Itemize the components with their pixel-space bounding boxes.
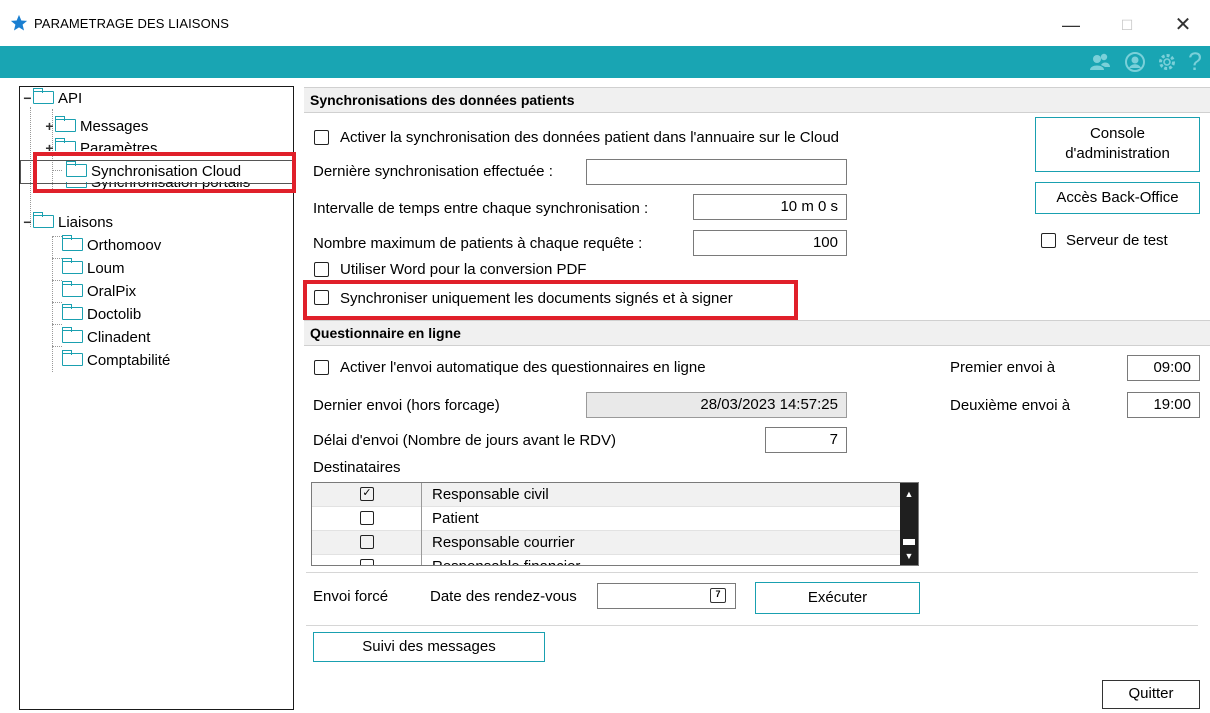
console-administration-button[interactable]: Console d'administration (1035, 117, 1200, 172)
message-tracking-button[interactable]: Suivi des messages (313, 632, 545, 662)
enable-sync-checkbox[interactable] (314, 130, 329, 145)
window-title: PARAMETRAGE DES LIAISONS (34, 16, 230, 31)
users-icon[interactable] (1089, 51, 1111, 73)
tree-item-doctolib[interactable]: Doctolib (62, 304, 141, 326)
word-pdf-checkbox[interactable] (314, 262, 329, 277)
first-send-field[interactable]: 09:00 (1127, 355, 1200, 381)
scroll-down-icon[interactable]: ▼ (900, 549, 918, 563)
list-item[interactable]: Patient (312, 507, 902, 531)
tree-item-clinadent[interactable]: Clinadent (62, 327, 150, 349)
list-item[interactable]: Responsable financier (312, 555, 902, 565)
test-server-label: Serveur de test (1066, 232, 1168, 249)
gear-icon[interactable] (1156, 51, 1178, 73)
last-sync-label: Dernière synchronisation effectuée : (313, 163, 553, 180)
delay-field[interactable]: 7 (765, 427, 847, 453)
appointments-date-label: Date des rendez-vous (430, 588, 577, 605)
highlight-box (303, 280, 798, 320)
quit-button[interactable]: Quitter (1102, 680, 1200, 709)
divider (306, 625, 1198, 626)
folder-open-icon (33, 88, 54, 104)
list-scrollbar[interactable]: ▲ ▼ (900, 483, 918, 565)
scroll-up-icon[interactable]: ▲ (900, 487, 918, 501)
enable-questionnaire-checkbox[interactable] (314, 360, 329, 375)
star-app-icon (10, 14, 28, 31)
backoffice-button[interactable]: Accès Back-Office (1035, 182, 1200, 214)
list-item[interactable]: ✓ Responsable civil (312, 483, 902, 507)
first-send-label: Premier envoi à (950, 359, 1056, 376)
recipients-label: Destinataires (313, 459, 401, 476)
minimize-button[interactable]: — (1048, 10, 1094, 40)
tree-item-api[interactable]: − API (22, 87, 82, 109)
scroll-thumb[interactable] (903, 539, 915, 545)
folder-icon (55, 138, 76, 151)
tree-item-comptabilite[interactable]: Comptabilité (62, 350, 170, 372)
collapse-icon[interactable]: − (22, 87, 33, 109)
recipient-checkbox[interactable] (360, 511, 374, 525)
maximize-button[interactable]: ☐ (1104, 10, 1150, 40)
folder-icon (62, 327, 83, 343)
recipient-checkbox[interactable] (360, 559, 374, 565)
folder-icon (62, 304, 83, 320)
recipient-label: Responsable financier (432, 558, 580, 565)
tree-item-messages[interactable]: + Messages (44, 115, 148, 137)
tree-item-orthomoov[interactable]: Orthomoov (62, 235, 161, 257)
tree-item-loum[interactable]: Loum (62, 258, 125, 280)
word-pdf-label: Utiliser Word pour la conversion PDF (340, 261, 587, 278)
interval-label: Intervalle de temps entre chaque synchro… (313, 200, 649, 217)
calendar-icon[interactable]: 7 (710, 588, 726, 603)
execute-button[interactable]: Exécuter (755, 582, 920, 614)
recipient-checkbox[interactable] (360, 535, 374, 549)
test-server-checkbox[interactable] (1041, 233, 1056, 248)
recipient-label: Patient (432, 510, 479, 527)
list-item[interactable]: Responsable courrier (312, 531, 902, 555)
help-icon[interactable]: ? (1184, 47, 1206, 77)
enable-sync-label: Activer la synchronisation des données p… (340, 129, 839, 146)
divider (306, 572, 1198, 573)
folder-icon (62, 258, 83, 274)
recipients-list[interactable]: ✓ Responsable civil Patient Responsable … (311, 482, 919, 566)
last-sync-field[interactable] (586, 159, 847, 185)
tree-item-liaisons[interactable]: − Liaisons (22, 211, 113, 233)
highlight-box (33, 152, 296, 193)
tree-item-parametres[interactable]: + Paramètres (44, 137, 158, 151)
enable-questionnaire-label: Activer l'envoi automatique des question… (340, 359, 706, 376)
recipient-label: Responsable courrier (432, 534, 575, 551)
second-send-field[interactable]: 19:00 (1127, 392, 1200, 418)
max-patients-field[interactable]: 100 (693, 230, 847, 256)
user-icon[interactable] (1124, 51, 1146, 73)
sync-section-header: Synchronisations des données patients (304, 87, 1210, 113)
tree-item-oralpix[interactable]: OralPix (62, 281, 136, 303)
collapse-icon[interactable]: − (22, 211, 33, 233)
interval-field[interactable]: 10 m 0 s (693, 194, 847, 220)
expand-icon[interactable]: + (44, 137, 55, 151)
last-send-label: Dernier envoi (hors forcage) (313, 397, 500, 414)
toolbar (0, 46, 1210, 78)
folder-icon (62, 350, 83, 366)
recipient-checkbox[interactable]: ✓ (360, 487, 374, 501)
delay-label: Délai d'envoi (Nombre de jours avant le … (313, 432, 616, 449)
expand-icon[interactable]: + (44, 115, 55, 137)
folder-icon (62, 235, 83, 251)
folder-icon (62, 281, 83, 297)
folder-icon (55, 116, 76, 132)
close-button[interactable]: ✕ (1160, 10, 1206, 40)
questionnaire-section-header: Questionnaire en ligne (304, 320, 1210, 346)
second-send-label: Deuxième envoi à (950, 397, 1071, 414)
forced-send-label: Envoi forcé (313, 588, 389, 605)
max-patients-label: Nombre maximum de patients à chaque requ… (313, 235, 643, 252)
last-send-field: 28/03/2023 14:57:25 (586, 392, 847, 418)
folder-open-icon (33, 212, 54, 228)
recipient-label: Responsable civil (432, 486, 549, 503)
